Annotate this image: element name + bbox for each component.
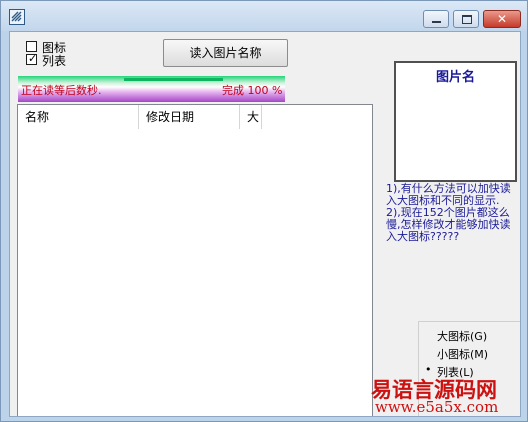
app-window: ✕ 图标 ✓ 列表 读入图片名称 正在读等后数秒. 完成 100 % 名称 修改…: [0, 0, 528, 422]
read-image-names-button[interactable]: 读入图片名称: [163, 39, 288, 67]
note-line: 2),现在152个图片都这么慢,怎样修改才能够加快读入大图标?????: [386, 206, 511, 243]
preview-title: 图片名: [435, 70, 475, 85]
icon-checkbox-box[interactable]: [26, 41, 37, 52]
menu-item-small-icons[interactable]: 小图标(M): [437, 346, 488, 362]
menu-item-large-icons[interactable]: 大图标(G): [437, 328, 487, 344]
notes-text: 1),有什么方法可以加快读入大图标和不同的显示. 2),现在152个图片都这么慢…: [386, 183, 520, 243]
progress-percent-text: 完成 100 %: [222, 84, 283, 97]
list-checkbox-box[interactable]: ✓: [26, 52, 38, 65]
progress-track: [124, 78, 223, 81]
maximize-button[interactable]: [453, 10, 479, 28]
client-area: 图标 ✓ 列表 读入图片名称 正在读等后数秒. 完成 100 % 名称 修改日期…: [9, 31, 521, 417]
progress-status-text: 正在读等后数秒.: [21, 84, 102, 97]
watermark-url: www.e5a5x.com: [375, 398, 499, 416]
minimize-button[interactable]: [423, 10, 449, 28]
app-icon[interactable]: [9, 9, 25, 25]
column-header-date[interactable]: 修改日期: [139, 105, 240, 129]
file-list-view[interactable]: 名称 修改日期 大: [17, 104, 373, 416]
progress-bar: 正在读等后数秒. 完成 100 %: [18, 76, 285, 102]
title-bar[interactable]: ✕: [1, 1, 527, 31]
close-button[interactable]: ✕: [483, 10, 521, 28]
close-icon: ✕: [497, 12, 508, 26]
image-preview-box: 图片名: [394, 61, 517, 182]
list-checkbox-label: 列表: [42, 54, 67, 68]
column-header-name[interactable]: 名称: [18, 105, 139, 129]
maximize-icon: [462, 15, 472, 24]
check-icon: ✓: [28, 52, 38, 65]
column-header-size[interactable]: 大: [240, 105, 262, 129]
note-line: 1),有什么方法可以加快读入大图标和不同的显示.: [386, 182, 511, 207]
minimize-icon: [432, 21, 441, 23]
